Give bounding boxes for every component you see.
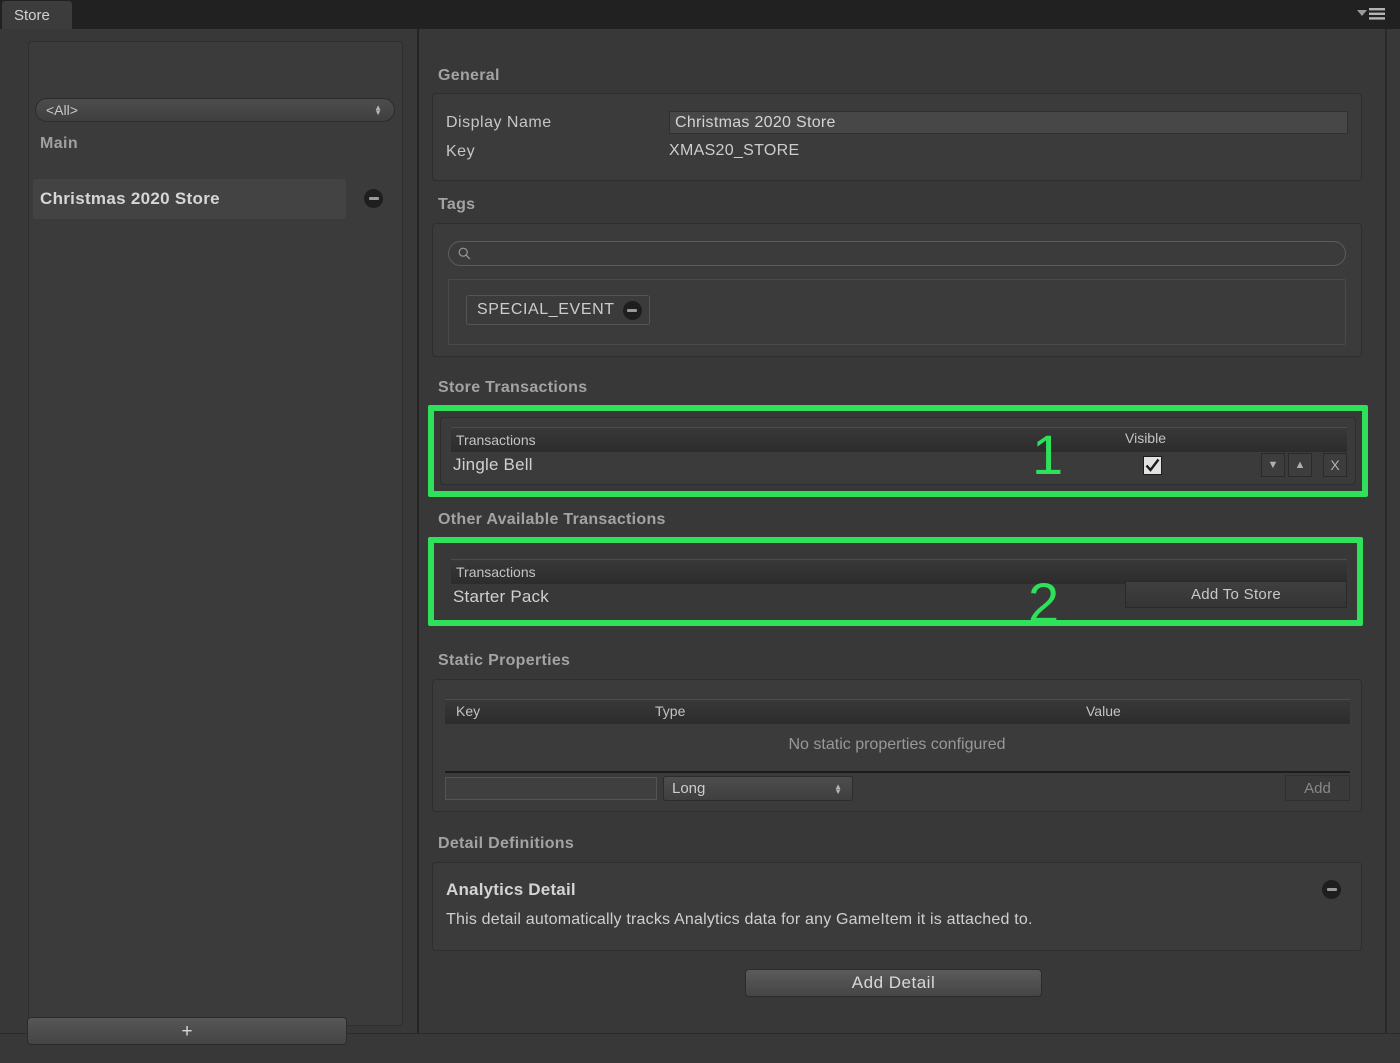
static-properties-separator	[445, 771, 1350, 773]
general-section-box	[432, 93, 1362, 181]
static-property-key-input[interactable]	[445, 777, 657, 800]
static-properties-title: Static Properties	[438, 652, 571, 669]
chevron-updown-icon: ▲ ▼	[834, 781, 842, 796]
minus-circle-icon[interactable]	[364, 189, 383, 208]
hamburger-menu-icon[interactable]	[1357, 7, 1385, 21]
tag-chip-label: SPECIAL_EVENT	[477, 301, 615, 318]
tag-list-box: SPECIAL_EVENT	[448, 279, 1346, 345]
display-name-value: Christmas 2020 Store	[675, 113, 836, 131]
general-section-title: General	[438, 67, 500, 84]
sidebar-filter-value: <All>	[46, 102, 78, 118]
annotation-marker-1: 1	[1032, 423, 1064, 486]
static-property-type-value: Long	[672, 780, 706, 797]
sidebar-item-label: Christmas 2020 Store	[40, 189, 220, 208]
display-name-input[interactable]: Christmas 2020 Store	[669, 111, 1348, 134]
add-store-button[interactable]: +	[27, 1017, 347, 1045]
tab-store-label: Store	[14, 6, 50, 24]
sidebar-group-label: Main	[40, 135, 79, 152]
static-property-add-button-label: Add	[1304, 779, 1331, 797]
key-label: Key	[446, 143, 476, 160]
detail-description: This detail automatically tracks Analyti…	[446, 911, 1033, 928]
static-properties-header	[445, 699, 1350, 724]
minus-circle-icon[interactable]	[1322, 880, 1341, 899]
right-edge-divider	[1385, 29, 1387, 1033]
window-tab-bar: Store	[0, 0, 1400, 30]
sidebar-item-christmas-2020-store[interactable]: Christmas 2020 Store	[33, 179, 346, 219]
chevron-updown-icon: ▲ ▼	[374, 103, 382, 117]
static-properties-empty-message: No static properties configured	[788, 736, 1006, 753]
column-header-key: Key	[456, 703, 481, 719]
tab-store[interactable]: Store	[2, 1, 72, 29]
tags-section-title: Tags	[438, 196, 476, 213]
sidebar-list-row: Christmas 2020 Store	[33, 179, 383, 219]
search-icon	[458, 247, 471, 260]
store-transactions-title: Store Transactions	[438, 379, 588, 396]
annotation-highlight-1	[428, 405, 1368, 497]
add-detail-button[interactable]: Add Detail	[745, 969, 1042, 997]
other-transactions-title: Other Available Transactions	[438, 511, 666, 528]
editor-content: <All> ▲ ▼ Main Christmas 2020 Store + Gen…	[0, 29, 1400, 1063]
sidebar-filter-dropdown[interactable]: <All> ▲ ▼	[35, 98, 395, 122]
add-store-button-label: +	[181, 1020, 193, 1042]
display-name-label: Display Name	[446, 114, 552, 131]
add-detail-button-label: Add Detail	[851, 973, 936, 992]
annotation-marker-2: 2	[1028, 571, 1060, 634]
static-property-type-dropdown[interactable]: Long ▲ ▼	[663, 776, 853, 801]
static-property-add-button[interactable]: Add	[1285, 775, 1350, 801]
annotation-highlight-2	[428, 537, 1363, 626]
detail-name: Analytics Detail	[446, 880, 576, 899]
column-header-type: Type	[655, 703, 686, 719]
detail-definitions-box	[432, 862, 1362, 951]
detail-definitions-title: Detail Definitions	[438, 835, 575, 852]
tag-search-input[interactable]	[448, 241, 1346, 266]
tag-chip-special-event[interactable]: SPECIAL_EVENT	[466, 295, 650, 325]
minus-circle-icon[interactable]	[622, 300, 642, 320]
key-value: XMAS20_STORE	[669, 142, 800, 159]
column-header-value: Value	[1086, 703, 1121, 719]
panel-divider[interactable]	[417, 29, 419, 1033]
